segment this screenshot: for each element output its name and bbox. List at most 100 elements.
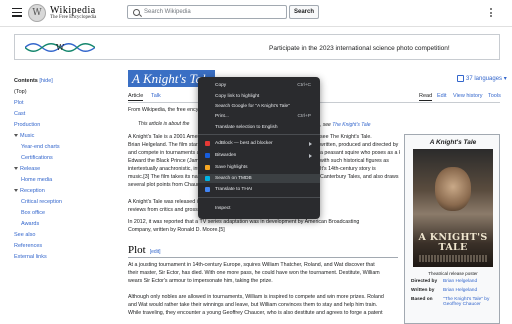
tab-tools[interactable]: Tools	[488, 93, 501, 99]
text-line: In 2012, it was reported that a TV serie…	[128, 219, 360, 225]
context-menu-label: Copy	[215, 83, 227, 88]
toc-item[interactable]: See also	[14, 230, 114, 241]
text-line: intertextually anachronistic, integratin…	[128, 166, 200, 172]
text-line: see The Knight's Tale.	[320, 134, 372, 140]
context-menu-item[interactable]: Copy Ctrl+C	[198, 81, 320, 90]
search-button[interactable]: Search	[289, 5, 319, 19]
toc-item[interactable]: References	[14, 241, 114, 252]
search-input[interactable]: Search Wikipedia	[127, 5, 287, 19]
tab-edit[interactable]: Edit	[437, 93, 446, 99]
toc-item[interactable]: Plot	[14, 98, 114, 109]
toc-item[interactable]: Year-end charts	[14, 142, 114, 153]
poster-credits	[419, 255, 487, 262]
plot-heading-rule	[128, 257, 398, 258]
chevron-right-icon	[309, 141, 312, 146]
campaign-banner[interactable]: W Participate in the 2023 international …	[14, 34, 500, 60]
tmdb-icon	[205, 176, 210, 181]
search-icon	[133, 9, 140, 16]
lead-paragraph: A Knight's Tale is a 2001 American medie…	[128, 133, 200, 189]
context-menu-label: Bitwarden	[215, 153, 237, 158]
context-menu-item[interactable]: Inspect	[198, 204, 320, 213]
banner-text[interactable]: Participate in the 2023 international sc…	[269, 45, 450, 52]
text-line: A Knight's Tale is a 2001 American medie…	[128, 134, 200, 140]
toc-item[interactable]: External links	[14, 252, 114, 263]
text-line: While traveling, they encounter a young …	[128, 310, 383, 316]
context-menu-label: Save highlights	[215, 165, 248, 170]
text-line: and compete in tournaments along with hi…	[128, 150, 200, 156]
context-menu-label: Inspect	[215, 206, 231, 211]
text-line	[128, 285, 403, 293]
search-placeholder: Search Wikipedia	[144, 9, 191, 15]
context-menu-item[interactable]: Save highlights	[198, 163, 320, 172]
toc-list: (Top) Plot Cast Production Music Year-end cha…	[14, 87, 114, 263]
wikipedia-globe-icon[interactable]: W	[28, 4, 46, 22]
context-menu-item[interactable]: Search Google for "A Knight's Tale"	[198, 102, 320, 111]
infobox-title: A Knight's Tale	[429, 139, 477, 146]
chevron-down-icon[interactable]	[14, 189, 18, 193]
toc-item[interactable]: Home media	[14, 175, 114, 186]
text-line: It's 14th-century story is	[320, 166, 376, 172]
context-menu-item[interactable]: AdBlock — best ad blocker	[198, 139, 320, 148]
more-options-icon[interactable]	[490, 8, 493, 19]
bitwarden-icon	[205, 153, 210, 158]
context-menu-item[interactable]: Bitwarden	[198, 151, 320, 160]
hatnote-link[interactable]: The Knight's Tale	[332, 122, 370, 128]
context-menu-item[interactable]: Translate to THAI	[198, 185, 320, 194]
svg-text:W: W	[56, 43, 65, 52]
text-line: a peasant squire who poses as a knight	[320, 150, 400, 156]
text-line	[320, 181, 400, 189]
toc-item[interactable]: Cast	[14, 109, 114, 120]
context-menu-item[interactable]: Copy link to highlight	[198, 92, 320, 101]
context-menu-item[interactable]: Search on TMDB	[198, 174, 320, 183]
toc-item[interactable]: Release	[14, 164, 114, 175]
text-line: several plot points from Chaucer's	[128, 182, 200, 188]
tab-article[interactable]: Article	[128, 93, 144, 101]
infobox-row: Written by Brian Helgeland	[411, 288, 478, 293]
toc-item[interactable]: Music	[14, 131, 114, 142]
toc-item[interactable]: Reception	[14, 186, 114, 197]
main-menu-icon[interactable]	[12, 8, 22, 17]
shortcut-hint: Ctrl+P	[297, 114, 311, 119]
tab-read[interactable]: Read	[419, 93, 433, 101]
context-menu-label: Search on TMDB	[215, 176, 252, 181]
text-line: Canterbury Tales, and also draws	[320, 174, 399, 180]
context-menu-label: Print...	[215, 114, 229, 119]
language-selector[interactable]: 37 languages ▾	[457, 75, 507, 82]
text-line: written, produced and directed by	[320, 142, 399, 148]
table-of-contents: Contents [hide] (Top) Plot Cast Production M…	[14, 78, 114, 263]
hatnote-end: , see The Knight's Tale	[320, 122, 371, 128]
text-line: Company, written by Ronald D. Moore.[5]	[128, 227, 225, 233]
menu-separator	[198, 134, 320, 135]
context-menu: Copy Ctrl+C Copy link to highlight Search G…	[198, 77, 320, 219]
adblock-icon	[205, 141, 210, 146]
shortcut-hint: Ctrl+C	[297, 83, 311, 88]
toc-item[interactable]: Awards	[14, 219, 114, 230]
dna-banner-icon: W	[25, 43, 95, 52]
text-line: music.[3] The film takes its name from	[128, 174, 200, 180]
toc-item[interactable]: Box office	[14, 208, 114, 219]
toc-item[interactable]: Certifications	[14, 153, 114, 164]
poster-title: A KNIGHT'S TALE	[418, 232, 488, 253]
toc-item[interactable]: Critical reception	[14, 197, 114, 208]
poster-face	[435, 167, 471, 211]
text-line: Brian Helgeland. The film stars Heath Le…	[128, 142, 200, 148]
movie-poster-image[interactable]: A KNIGHT'S TALE	[413, 149, 493, 267]
tab-view-history[interactable]: View history	[453, 93, 483, 99]
tab-talk[interactable]: Talk	[151, 93, 161, 99]
chevron-down-icon[interactable]	[14, 134, 18, 138]
toc-item[interactable]: Production	[14, 120, 114, 131]
context-menu-label: Translate selection to English	[215, 125, 278, 130]
plot-edit-link[interactable]: [edit]	[150, 249, 161, 255]
context-menu-item[interactable]: Translate selection to English	[198, 123, 320, 132]
plot-text: At a jousting tournament in 14th-century…	[128, 261, 403, 317]
chevron-down-icon[interactable]	[14, 167, 18, 171]
site-header: W Wikipedia The Free Encyclopedia Search…	[0, 0, 512, 27]
logo-tagline: The Free Encyclopedia	[50, 15, 97, 20]
text-line: and Wat would rather take their winnings…	[128, 302, 378, 308]
text-line: Although only nobles are allowed in tour…	[128, 294, 384, 300]
context-menu-label: AdBlock — best ad blocker	[215, 141, 273, 146]
toc-hide-link[interactable]: [hide]	[39, 78, 52, 84]
hatnote: This article is about the	[138, 121, 190, 127]
context-menu-item[interactable]: Print... Ctrl+P	[198, 112, 320, 121]
toc-item[interactable]: (Top)	[14, 87, 114, 98]
